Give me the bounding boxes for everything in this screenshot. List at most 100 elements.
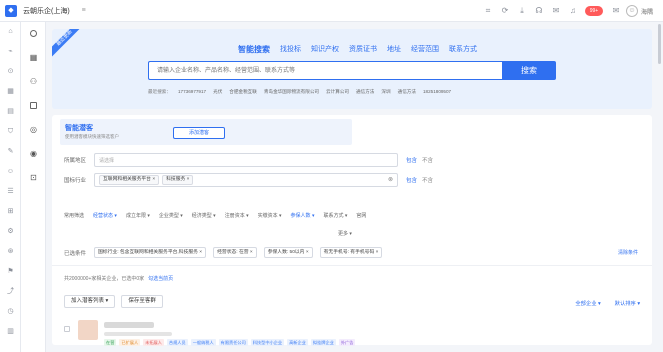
- tab-ip[interactable]: 知识产权: [311, 44, 339, 55]
- edit-icon[interactable]: ✎: [0, 142, 21, 162]
- company-name[interactable]: 云朝乐企(上海): [23, 6, 70, 16]
- all-companies-dropdown[interactable]: 全部企业 ▾: [575, 299, 600, 307]
- flag-icon[interactable]: ⚑: [0, 262, 21, 282]
- industry-tag[interactable]: 互联网和相关服务平台 ×: [99, 175, 160, 185]
- filter-econ[interactable]: 经济类型 ▾: [192, 212, 216, 219]
- save-group-button[interactable]: 保存至客群: [121, 295, 163, 308]
- filter-site[interactable]: 官网: [356, 212, 366, 219]
- recent-item[interactable]: 深圳: [381, 89, 390, 95]
- clear-icon[interactable]: ⊗: [388, 176, 393, 183]
- notification-badge[interactable]: 99+: [584, 6, 603, 16]
- condition-chip[interactable]: 国标行业: 包含互联网和相关服务平台,科技服务 ×: [94, 247, 207, 258]
- tab-address[interactable]: 地址: [387, 44, 401, 55]
- share-icon[interactable]: ⤴: [0, 282, 21, 302]
- company-name-blurred[interactable]: [104, 322, 154, 328]
- search-button[interactable]: 搜索: [502, 61, 556, 80]
- common-label: 常用筛选: [64, 213, 85, 219]
- region-select[interactable]: 请选择: [94, 153, 398, 167]
- tab-smart-search[interactable]: 智能搜索: [238, 44, 270, 55]
- recent-item[interactable]: 合肥金税互联: [229, 89, 257, 95]
- chart-icon[interactable]: ⌁: [0, 42, 21, 62]
- message-icon[interactable]: ✉: [549, 4, 563, 18]
- grid-icon[interactable]: ▦: [0, 82, 21, 102]
- recent-item[interactable]: 光伏: [213, 89, 222, 95]
- lock-icon[interactable]: ⊡: [21, 166, 46, 190]
- region-label: 所属地区: [64, 158, 87, 164]
- user-name[interactable]: 海隅: [641, 7, 653, 16]
- tab-certificates[interactable]: 资质证书: [349, 44, 377, 55]
- recent-item[interactable]: 通信方法: [356, 89, 374, 95]
- report-icon[interactable]: [21, 94, 46, 118]
- select-page-link[interactable]: 勾选当前页: [148, 276, 173, 282]
- book-icon[interactable]: ▥: [0, 322, 21, 342]
- industry-tag[interactable]: 科技服务 ×: [162, 175, 194, 185]
- selected-conditions: 已选条件 国标行业: 包含互联网和相关服务平台,科技服务 × 经营状态: 在营 …: [64, 247, 389, 258]
- filter-capital[interactable]: 注册资本 ▾: [225, 212, 249, 219]
- gear-icon[interactable]: ⚙: [0, 222, 21, 242]
- headset-icon[interactable]: ☊: [532, 4, 546, 18]
- region-exclude[interactable]: 不含: [422, 156, 433, 164]
- region-filter-row: 所属地区 请选择 包含 不含: [64, 153, 433, 167]
- crop-icon[interactable]: ⌗: [481, 4, 495, 18]
- doc-icon[interactable]: ▤: [0, 102, 21, 122]
- download-icon[interactable]: ⤓: [515, 4, 529, 18]
- recent-item[interactable]: 17736977917: [178, 89, 206, 95]
- network-icon[interactable]: ⚇: [21, 70, 46, 94]
- compass-icon[interactable]: ⊛: [0, 242, 21, 262]
- tag: 已扩展人: [119, 339, 141, 346]
- industry-filter-row: 国标行业 互联网和相关服务平台 × 科技服务 × ⊗ 包含 不含: [64, 173, 433, 187]
- filter-insured[interactable]: 参保人数 ▾: [291, 212, 315, 219]
- tab-bidding[interactable]: 找投标: [280, 44, 301, 55]
- filter-type[interactable]: 企业类型 ▾: [159, 212, 183, 219]
- shield-icon[interactable]: ⛉: [0, 122, 21, 142]
- scrollbar[interactable]: [658, 24, 661, 64]
- industry-include[interactable]: 包含: [406, 176, 417, 184]
- location-icon[interactable]: ⊙: [0, 62, 21, 82]
- target-icon[interactable]: ◎: [21, 118, 46, 142]
- mail-icon[interactable]: ✉: [609, 4, 623, 18]
- tag: 外广告: [338, 339, 356, 346]
- recent-item[interactable]: 18251809507: [423, 89, 451, 95]
- condition-chip[interactable]: 参保人数: 50以内 ×: [263, 247, 313, 258]
- add-list-button[interactable]: 加入潜客列表 ▾: [64, 295, 116, 308]
- row-checkbox[interactable]: [64, 326, 70, 332]
- tab-contact[interactable]: 联系方式: [449, 44, 477, 55]
- recent-item[interactable]: 云计算公司: [326, 89, 349, 95]
- more-filters[interactable]: 更多 ▾: [338, 230, 352, 237]
- app-logo-icon[interactable]: ◆: [5, 4, 17, 17]
- recent-item[interactable]: 青岛金华国际物流有限公司: [264, 89, 319, 95]
- apps-icon[interactable]: ▦: [21, 46, 46, 70]
- filter-paid[interactable]: 实缴资本 ▾: [258, 212, 282, 219]
- sync-icon[interactable]: ⟳: [498, 4, 512, 18]
- recent-label: 最近搜索：: [148, 89, 171, 94]
- filter-status[interactable]: 经营状态 ▾: [93, 212, 117, 219]
- clear-conditions[interactable]: 清除条件: [618, 249, 638, 256]
- search-company-icon[interactable]: [21, 22, 46, 46]
- smart-desc: 使用潜客模块快速筛选客户: [65, 134, 119, 139]
- bell-icon[interactable]: ♫: [566, 4, 580, 18]
- filter-contact[interactable]: 联系方式 ▾: [323, 212, 347, 219]
- sort-dropdown[interactable]: 默认排序 ▾: [615, 299, 640, 307]
- tab-business-scope[interactable]: 经营范围: [411, 44, 439, 55]
- condition-chip[interactable]: 有无手机号: 有手机号码 ×: [319, 247, 383, 258]
- people-icon[interactable]: ☺: [0, 162, 21, 182]
- shop-icon[interactable]: ⊞: [0, 202, 21, 222]
- avatar[interactable]: ☺: [625, 5, 638, 17]
- recent-item[interactable]: 通信方法: [398, 89, 416, 95]
- menu-toggle-icon[interactable]: ≡: [82, 7, 86, 14]
- clock-icon[interactable]: ◷: [0, 302, 21, 322]
- smart-title: 智能潜客: [65, 125, 93, 132]
- region-include[interactable]: 包含: [406, 156, 417, 164]
- add-lead-button[interactable]: 添加潜客: [173, 127, 225, 139]
- search-input[interactable]: [148, 61, 502, 80]
- industry-exclude[interactable]: 不含: [422, 176, 433, 184]
- filter-age[interactable]: 成立年限 ▾: [126, 212, 150, 219]
- tag: 合规人员: [166, 339, 188, 346]
- condition-chip[interactable]: 经营状态: 在营 ×: [213, 247, 257, 258]
- bulb-icon[interactable]: ◉: [21, 142, 46, 166]
- list-icon[interactable]: ☰: [0, 182, 21, 202]
- industry-select[interactable]: 互联网和相关服务平台 × 科技服务 × ⊗: [94, 173, 398, 187]
- result-count: 共2000000+家相关企业，已选中0家 勾选当前页: [64, 276, 174, 282]
- home-icon[interactable]: ⌂: [0, 22, 21, 42]
- list-item[interactable]: 在营 已扩展人 未拓展人 合规人员 一般纳税人 有限责任公司 科技型中小企业 高…: [64, 320, 356, 346]
